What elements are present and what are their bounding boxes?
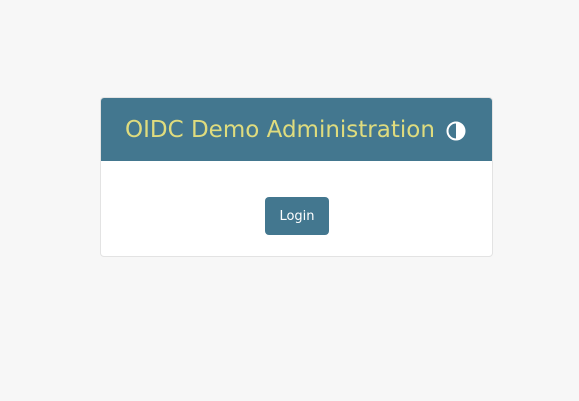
login-card: OIDC Demo Administration Login	[100, 97, 493, 257]
card-body: Login	[101, 161, 492, 256]
contrast-icon	[446, 121, 466, 141]
login-button[interactable]: Login	[265, 197, 329, 235]
page-title: OIDC Demo Administration	[125, 117, 435, 143]
theme-toggle-button[interactable]	[446, 121, 466, 141]
card-header: OIDC Demo Administration	[101, 98, 492, 161]
